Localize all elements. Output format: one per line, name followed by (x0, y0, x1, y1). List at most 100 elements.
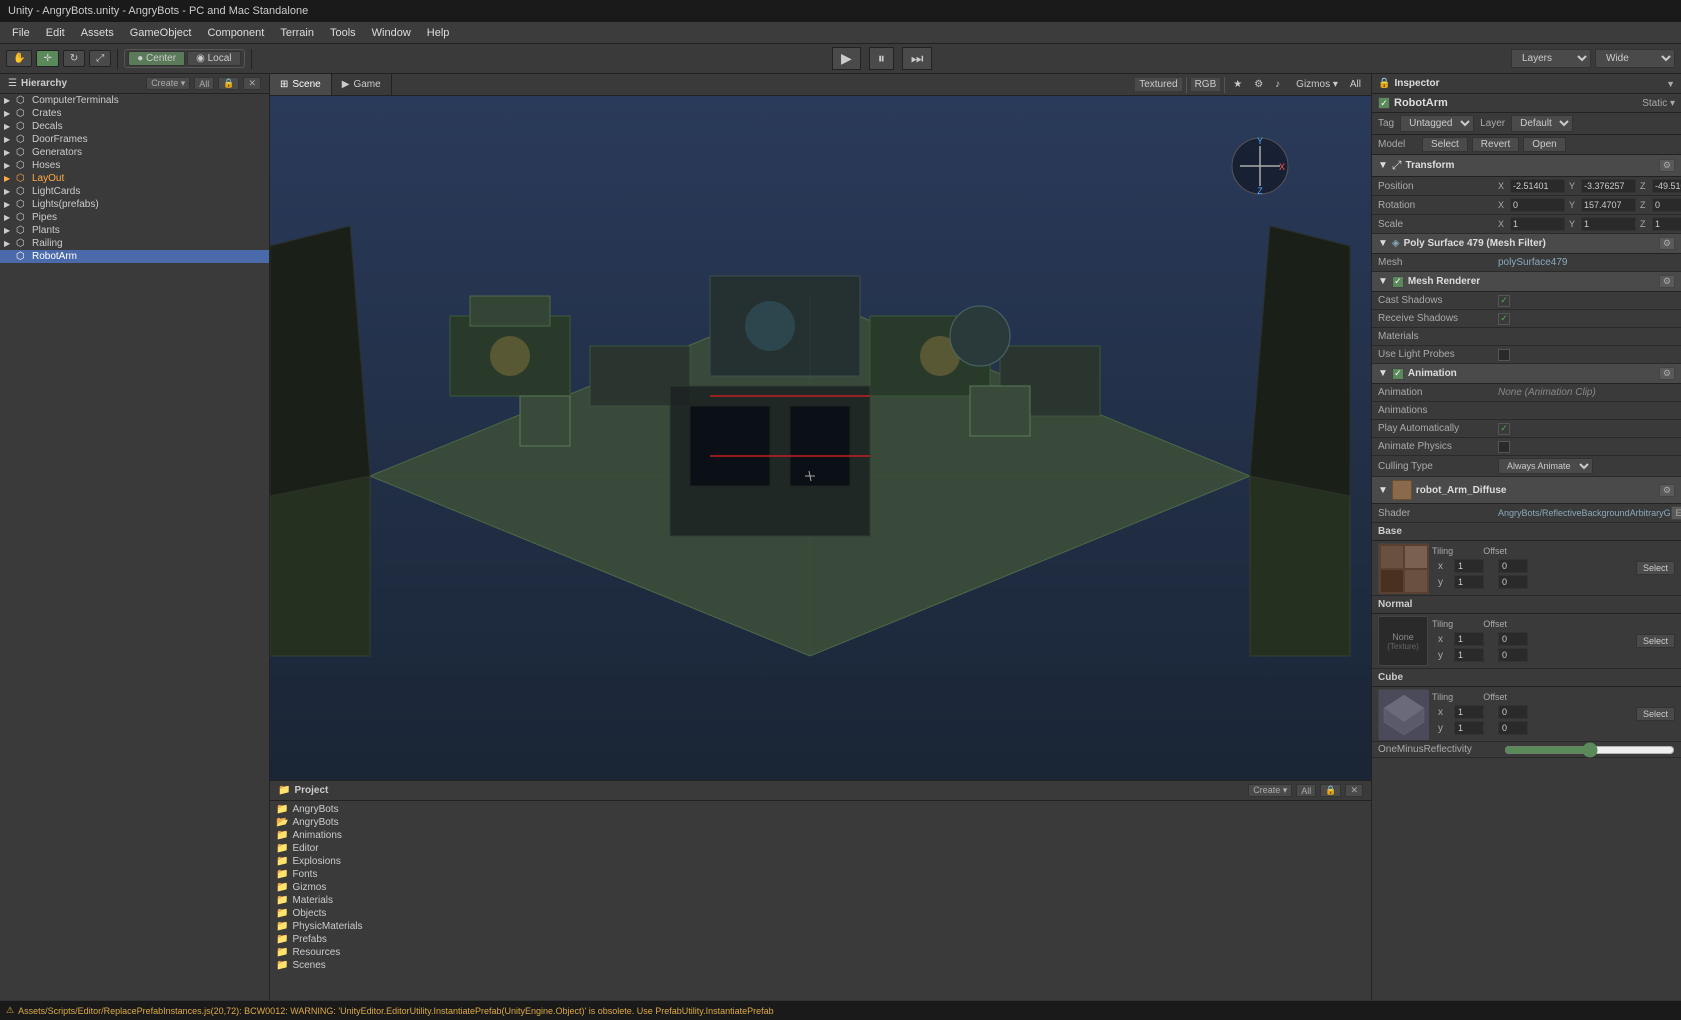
menu-file[interactable]: File (4, 25, 38, 41)
culling-type-select[interactable]: Always Animate (1498, 458, 1593, 474)
base-texture-thumb[interactable] (1378, 543, 1428, 593)
hierarchy-create-btn[interactable]: Create ▾ (146, 77, 190, 90)
hier-item-crates[interactable]: ▶ ⬡ Crates (0, 107, 269, 120)
animate-physics-checkbox[interactable] (1498, 441, 1510, 453)
animation-header[interactable]: ▼ ✓ Animation ⚙ (1372, 364, 1681, 384)
hier-item-robotarm[interactable]: ⬡ RobotArm (0, 250, 269, 263)
receive-shadows-checkbox[interactable]: ✓ (1498, 313, 1510, 325)
pos-y-input[interactable] (1581, 179, 1636, 193)
open-button[interactable]: Open (1523, 137, 1565, 152)
proj-item-gizmos[interactable]: 📁 Gizmos (272, 881, 1369, 894)
project-lock-btn[interactable]: 🔒 (1320, 784, 1341, 797)
project-all-btn[interactable]: All (1296, 784, 1316, 797)
hier-item-plants[interactable]: ▶ ⬡ Plants (0, 224, 269, 237)
base-y-offset[interactable] (1498, 575, 1528, 589)
toolbar-move-btn[interactable]: ✛ (36, 50, 58, 67)
scene-viewport[interactable]: Y X Z (270, 96, 1371, 780)
cube-texture-thumb[interactable] (1378, 689, 1428, 739)
transform-settings-btn[interactable]: ⚙ (1659, 159, 1675, 172)
toolbar-hand-btn[interactable]: ✋ (6, 50, 32, 67)
proj-item-physic-materials[interactable]: 📁 PhysicMaterials (272, 920, 1369, 933)
proj-item-angrybots-1[interactable]: 📁 AngryBots (272, 803, 1369, 816)
material-component-header[interactable]: ▼ robot_Arm_Diffuse ⚙ (1372, 477, 1681, 504)
normal-y-tiling[interactable] (1454, 648, 1484, 662)
light-probes-checkbox[interactable] (1498, 349, 1510, 361)
hier-item-railing[interactable]: ▶ ⬡ Railing (0, 237, 269, 250)
menu-assets[interactable]: Assets (73, 25, 122, 41)
toolbar-local-btn[interactable]: ◉ Local (187, 51, 240, 66)
menu-window[interactable]: Window (364, 25, 419, 41)
menu-edit[interactable]: Edit (38, 25, 73, 41)
cube-y-offset[interactable] (1498, 721, 1528, 735)
hier-item-lightcards[interactable]: ▶ ⬡ LightCards (0, 185, 269, 198)
proj-item-explosions[interactable]: 📁 Explosions (272, 855, 1369, 868)
normal-select-btn[interactable]: Select (1636, 634, 1675, 648)
gizmos-btn[interactable]: Gizmos ▾ (1292, 78, 1342, 91)
scale-y-input[interactable] (1581, 217, 1636, 231)
effects-btn[interactable]: ★ (1229, 78, 1246, 91)
normal-x-offset[interactable] (1498, 632, 1528, 646)
mesh-renderer-settings-btn[interactable]: ⚙ (1659, 275, 1675, 288)
menu-component[interactable]: Component (199, 25, 272, 41)
scene-fx-btn[interactable]: ⚙ (1250, 78, 1267, 91)
step-button[interactable]: ⏭ (902, 47, 933, 70)
hier-item-pipes[interactable]: ▶ ⬡ Pipes (0, 211, 269, 224)
proj-item-scenes[interactable]: 📁 Scenes (272, 959, 1369, 972)
proj-item-objects[interactable]: 📁 Objects (272, 907, 1369, 920)
cube-select-btn[interactable]: Select (1636, 707, 1675, 721)
menu-terrain[interactable]: Terrain (272, 25, 322, 41)
hier-item-computer-terminals[interactable]: ▶ ⬡ ComputerTerminals (0, 94, 269, 107)
toolbar-center-btn[interactable]: ● Center (128, 51, 185, 66)
rgb-btn[interactable]: RGB (1191, 78, 1221, 91)
proj-item-materials[interactable]: 📁 Materials (272, 894, 1369, 907)
pos-x-input[interactable] (1510, 179, 1565, 193)
play-button[interactable]: ▶ (832, 47, 861, 70)
select-button[interactable]: Select (1422, 137, 1468, 152)
hier-item-hoses[interactable]: ▶ ⬡ Hoses (0, 159, 269, 172)
base-y-tiling[interactable] (1454, 575, 1484, 589)
pos-z-input[interactable] (1652, 179, 1681, 193)
shader-edit-btn[interactable]: Edit... (1671, 506, 1681, 520)
menu-help[interactable]: Help (419, 25, 458, 41)
cast-shadows-checkbox[interactable]: ✓ (1498, 295, 1510, 307)
rot-z-input[interactable] (1652, 198, 1681, 212)
cube-x-tiling[interactable] (1454, 705, 1484, 719)
transform-component-header[interactable]: ▼ ⤢ Transform ⚙ (1372, 155, 1681, 177)
project-create-btn[interactable]: Create ▾ (1248, 784, 1292, 797)
toolbar-rotate-btn[interactable]: ↻ (63, 50, 85, 67)
base-x-offset[interactable] (1498, 559, 1528, 573)
base-x-tiling[interactable] (1454, 559, 1484, 573)
hier-item-doorframes[interactable]: ▶ ⬡ DoorFrames (0, 133, 269, 146)
menu-gameobject[interactable]: GameObject (122, 25, 200, 41)
mesh-renderer-header[interactable]: ▼ ✓ Mesh Renderer ⚙ (1372, 272, 1681, 292)
normal-x-tiling[interactable] (1454, 632, 1484, 646)
proj-item-animations[interactable]: 📁 Animations (272, 829, 1369, 842)
cube-y-tiling[interactable] (1454, 721, 1484, 735)
all-btn[interactable]: All (1346, 78, 1365, 91)
audio-btn[interactable]: ♪ (1271, 78, 1284, 91)
layout-dropdown[interactable]: Wide (1595, 49, 1675, 68)
proj-item-resources[interactable]: 📁 Resources (272, 946, 1369, 959)
normal-texture-thumb[interactable]: None (Texture) (1378, 616, 1428, 666)
tab-scene[interactable]: ⊞ Scene (270, 74, 332, 95)
hier-item-decals[interactable]: ▶ ⬡ Decals (0, 120, 269, 133)
one-minus-reflectivity-slider[interactable] (1504, 745, 1675, 755)
proj-item-angrybots-2[interactable]: 📂 AngryBots (272, 816, 1369, 829)
play-auto-checkbox[interactable]: ✓ (1498, 423, 1510, 435)
layers-dropdown[interactable]: Layers (1511, 49, 1591, 68)
material-settings-btn[interactable]: ⚙ (1659, 484, 1675, 497)
pause-button[interactable]: ⏸ (869, 47, 894, 70)
toolbar-scale-btn[interactable]: ⤢ (89, 50, 111, 67)
menu-tools[interactable]: Tools (322, 25, 364, 41)
tag-select[interactable]: Untagged (1400, 115, 1474, 132)
hier-item-generators[interactable]: ▶ ⬡ Generators (0, 146, 269, 159)
rot-x-input[interactable] (1510, 198, 1565, 212)
revert-button[interactable]: Revert (1472, 137, 1519, 152)
project-close-btn[interactable]: ✕ (1345, 784, 1363, 797)
hier-item-layout[interactable]: ▶ ⬡ LayOut (0, 172, 269, 185)
hierarchy-all-btn[interactable]: All (194, 77, 214, 90)
cube-x-offset[interactable] (1498, 705, 1528, 719)
hier-item-lights-prefabs[interactable]: ▶ ⬡ Lights(prefabs) (0, 198, 269, 211)
scale-z-input[interactable] (1652, 217, 1681, 231)
static-label[interactable]: Static ▾ (1642, 98, 1675, 109)
